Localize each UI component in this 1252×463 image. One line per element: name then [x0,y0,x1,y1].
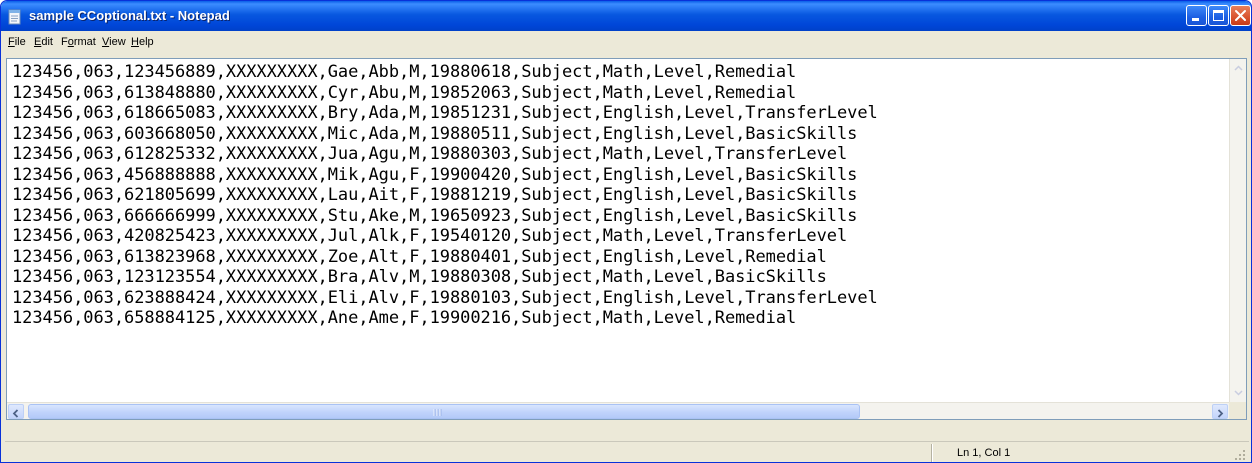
menu-bar: File Edit Format View Help [5,31,1249,53]
text-line[interactable]: 123456,063,666666999,XXXXXXXXX,Stu,Ake,M… [12,206,878,227]
text-line[interactable]: 123456,063,456888888,XXXXXXXXX,Mik,Agu,F… [12,165,878,186]
document-text[interactable]: 123456,063,123456889,XXXXXXXXX,Gae,Abb,M… [12,62,878,329]
menu-help[interactable]: Help [131,36,154,48]
minimize-button[interactable] [1186,5,1207,26]
text-line[interactable]: 123456,063,613823968,XXXXXXXXX,Zoe,Alt,F… [12,247,878,268]
scroll-up-icon[interactable] [1231,61,1246,76]
scroll-down-icon[interactable] [1231,385,1246,400]
notepad-window: sample CCoptional.txt - Notepad File Edi… [0,0,1252,463]
menu-edit[interactable]: Edit [34,36,53,48]
menu-format[interactable]: Format [61,36,96,48]
text-line[interactable]: 123456,063,658884125,XXXXXXXXX,Ane,Ame,F… [12,308,878,329]
cursor-position: Ln 1, Col 1 [957,447,1011,459]
maximize-button[interactable] [1208,5,1229,26]
text-line[interactable]: 123456,063,603668050,XXXXXXXXX,Mic,Ada,M… [12,124,878,145]
scrollbar-corner [1229,402,1246,419]
menu-file[interactable]: File [8,36,26,48]
window-title: sample CCoptional.txt - Notepad [29,8,230,23]
title-bar[interactable]: sample CCoptional.txt - Notepad [1,1,1251,31]
close-button[interactable] [1230,5,1251,26]
text-line[interactable]: 123456,063,621805699,XXXXXXXXX,Lau,Ait,F… [12,185,878,206]
grip-icon [433,409,442,416]
maximize-icon [1213,10,1224,21]
text-line[interactable]: 123456,063,420825423,XXXXXXXXX,Jul,Alk,F… [12,226,878,247]
scroll-left-icon [12,409,19,418]
scroll-left-button[interactable] [8,404,24,419]
text-line[interactable]: 123456,063,612825332,XXXXXXXXX,Jua,Agu,M… [12,144,878,165]
vertical-scrollbar[interactable] [1229,59,1246,402]
text-line[interactable]: 123456,063,618665083,XXXXXXXXX,Bry,Ada,M… [12,103,878,124]
status-bar: Ln 1, Col 1 [5,441,1249,462]
text-line[interactable]: 123456,063,123456889,XXXXXXXXX,Gae,Abb,M… [12,62,878,83]
text-editor[interactable]: 123456,063,123456889,XXXXXXXXX,Gae,Abb,M… [6,58,1247,420]
scroll-right-icon [1217,409,1224,418]
text-line[interactable]: 123456,063,613848880,XXXXXXXXX,Cyr,Abu,M… [12,83,878,104]
menu-view[interactable]: View [102,36,126,48]
text-line[interactable]: 123456,063,123123554,XXXXXXXXX,Bra,Alv,M… [12,267,878,288]
scroll-right-button[interactable] [1212,404,1228,419]
horizontal-scroll-thumb[interactable] [28,404,860,419]
status-divider [931,444,932,462]
text-line[interactable]: 123456,063,623888424,XXXXXXXXX,Eli,Alv,F… [12,288,878,309]
close-icon [1235,10,1246,21]
resize-grip-icon[interactable] [1233,448,1247,462]
minimize-icon [1192,18,1199,21]
notepad-icon[interactable] [8,9,22,25]
horizontal-scrollbar[interactable] [7,402,1229,419]
